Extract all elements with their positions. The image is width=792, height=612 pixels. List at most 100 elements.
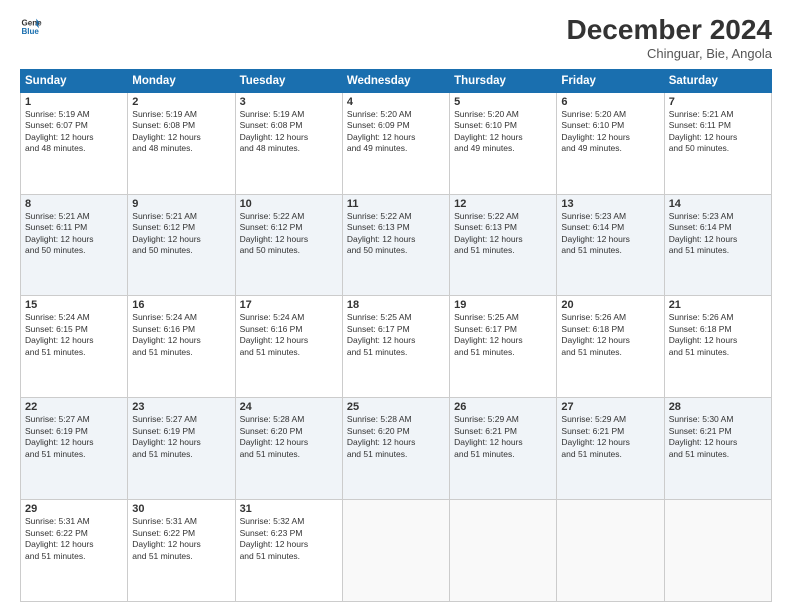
- table-row: 23Sunrise: 5:27 AMSunset: 6:19 PMDayligh…: [128, 398, 235, 500]
- table-row: 11Sunrise: 5:22 AMSunset: 6:13 PMDayligh…: [342, 194, 449, 296]
- day-number: 2: [132, 96, 230, 108]
- day-info: Sunrise: 5:27 AMSunset: 6:19 PMDaylight:…: [25, 414, 123, 460]
- day-number: 14: [669, 198, 767, 210]
- day-info: Sunrise: 5:24 AMSunset: 6:16 PMDaylight:…: [240, 312, 338, 358]
- day-number: 8: [25, 198, 123, 210]
- day-info: Sunrise: 5:31 AMSunset: 6:22 PMDaylight:…: [132, 516, 230, 562]
- day-number: 31: [240, 503, 338, 515]
- header: General Blue December 2024 Chinguar, Bie…: [20, 15, 772, 61]
- table-row: 30Sunrise: 5:31 AMSunset: 6:22 PMDayligh…: [128, 500, 235, 602]
- table-row: 20Sunrise: 5:26 AMSunset: 6:18 PMDayligh…: [557, 296, 664, 398]
- day-info: Sunrise: 5:22 AMSunset: 6:13 PMDaylight:…: [347, 211, 445, 257]
- table-row: 25Sunrise: 5:28 AMSunset: 6:20 PMDayligh…: [342, 398, 449, 500]
- day-info: Sunrise: 5:26 AMSunset: 6:18 PMDaylight:…: [669, 312, 767, 358]
- col-friday: Friday: [557, 69, 664, 92]
- day-info: Sunrise: 5:19 AMSunset: 6:08 PMDaylight:…: [240, 109, 338, 155]
- day-info: Sunrise: 5:27 AMSunset: 6:19 PMDaylight:…: [132, 414, 230, 460]
- day-number: 17: [240, 299, 338, 311]
- table-row: 18Sunrise: 5:25 AMSunset: 6:17 PMDayligh…: [342, 296, 449, 398]
- day-number: 20: [561, 299, 659, 311]
- table-row: 8Sunrise: 5:21 AMSunset: 6:11 PMDaylight…: [21, 194, 128, 296]
- table-row: [450, 500, 557, 602]
- day-number: 3: [240, 96, 338, 108]
- table-row: 22Sunrise: 5:27 AMSunset: 6:19 PMDayligh…: [21, 398, 128, 500]
- table-row: 7Sunrise: 5:21 AMSunset: 6:11 PMDaylight…: [664, 92, 771, 194]
- day-number: 24: [240, 401, 338, 413]
- table-row: 26Sunrise: 5:29 AMSunset: 6:21 PMDayligh…: [450, 398, 557, 500]
- day-number: 23: [132, 401, 230, 413]
- day-info: Sunrise: 5:19 AMSunset: 6:07 PMDaylight:…: [25, 109, 123, 155]
- day-info: Sunrise: 5:24 AMSunset: 6:16 PMDaylight:…: [132, 312, 230, 358]
- col-tuesday: Tuesday: [235, 69, 342, 92]
- table-row: [664, 500, 771, 602]
- day-number: 5: [454, 96, 552, 108]
- day-number: 4: [347, 96, 445, 108]
- day-info: Sunrise: 5:23 AMSunset: 6:14 PMDaylight:…: [561, 211, 659, 257]
- table-row: [557, 500, 664, 602]
- table-row: 13Sunrise: 5:23 AMSunset: 6:14 PMDayligh…: [557, 194, 664, 296]
- day-number: 25: [347, 401, 445, 413]
- day-number: 15: [25, 299, 123, 311]
- day-number: 6: [561, 96, 659, 108]
- col-monday: Monday: [128, 69, 235, 92]
- day-number: 16: [132, 299, 230, 311]
- table-row: 21Sunrise: 5:26 AMSunset: 6:18 PMDayligh…: [664, 296, 771, 398]
- day-info: Sunrise: 5:21 AMSunset: 6:11 PMDaylight:…: [25, 211, 123, 257]
- svg-text:Blue: Blue: [21, 27, 39, 36]
- day-number: 29: [25, 503, 123, 515]
- day-number: 11: [347, 198, 445, 210]
- day-info: Sunrise: 5:31 AMSunset: 6:22 PMDaylight:…: [25, 516, 123, 562]
- table-row: 3Sunrise: 5:19 AMSunset: 6:08 PMDaylight…: [235, 92, 342, 194]
- table-row: 24Sunrise: 5:28 AMSunset: 6:20 PMDayligh…: [235, 398, 342, 500]
- title-block: December 2024 Chinguar, Bie, Angola: [567, 15, 772, 61]
- table-row: 10Sunrise: 5:22 AMSunset: 6:12 PMDayligh…: [235, 194, 342, 296]
- day-info: Sunrise: 5:20 AMSunset: 6:10 PMDaylight:…: [561, 109, 659, 155]
- day-number: 30: [132, 503, 230, 515]
- day-info: Sunrise: 5:28 AMSunset: 6:20 PMDaylight:…: [347, 414, 445, 460]
- day-info: Sunrise: 5:28 AMSunset: 6:20 PMDaylight:…: [240, 414, 338, 460]
- table-row: 9Sunrise: 5:21 AMSunset: 6:12 PMDaylight…: [128, 194, 235, 296]
- day-info: Sunrise: 5:22 AMSunset: 6:12 PMDaylight:…: [240, 211, 338, 257]
- table-row: 28Sunrise: 5:30 AMSunset: 6:21 PMDayligh…: [664, 398, 771, 500]
- calendar-week-row: 8Sunrise: 5:21 AMSunset: 6:11 PMDaylight…: [21, 194, 772, 296]
- calendar-header-row: Sunday Monday Tuesday Wednesday Thursday…: [21, 69, 772, 92]
- day-number: 1: [25, 96, 123, 108]
- col-wednesday: Wednesday: [342, 69, 449, 92]
- day-number: 13: [561, 198, 659, 210]
- day-info: Sunrise: 5:19 AMSunset: 6:08 PMDaylight:…: [132, 109, 230, 155]
- day-info: Sunrise: 5:21 AMSunset: 6:12 PMDaylight:…: [132, 211, 230, 257]
- subtitle: Chinguar, Bie, Angola: [567, 46, 772, 61]
- day-info: Sunrise: 5:21 AMSunset: 6:11 PMDaylight:…: [669, 109, 767, 155]
- calendar-week-row: 15Sunrise: 5:24 AMSunset: 6:15 PMDayligh…: [21, 296, 772, 398]
- table-row: 14Sunrise: 5:23 AMSunset: 6:14 PMDayligh…: [664, 194, 771, 296]
- calendar-week-row: 22Sunrise: 5:27 AMSunset: 6:19 PMDayligh…: [21, 398, 772, 500]
- main-title: December 2024: [567, 15, 772, 46]
- table-row: 31Sunrise: 5:32 AMSunset: 6:23 PMDayligh…: [235, 500, 342, 602]
- day-info: Sunrise: 5:20 AMSunset: 6:10 PMDaylight:…: [454, 109, 552, 155]
- day-info: Sunrise: 5:22 AMSunset: 6:13 PMDaylight:…: [454, 211, 552, 257]
- logo: General Blue: [20, 15, 42, 37]
- table-row: 5Sunrise: 5:20 AMSunset: 6:10 PMDaylight…: [450, 92, 557, 194]
- table-row: 27Sunrise: 5:29 AMSunset: 6:21 PMDayligh…: [557, 398, 664, 500]
- day-number: 28: [669, 401, 767, 413]
- col-saturday: Saturday: [664, 69, 771, 92]
- calendar-week-row: 29Sunrise: 5:31 AMSunset: 6:22 PMDayligh…: [21, 500, 772, 602]
- day-info: Sunrise: 5:26 AMSunset: 6:18 PMDaylight:…: [561, 312, 659, 358]
- day-number: 19: [454, 299, 552, 311]
- day-number: 9: [132, 198, 230, 210]
- day-info: Sunrise: 5:20 AMSunset: 6:09 PMDaylight:…: [347, 109, 445, 155]
- day-number: 21: [669, 299, 767, 311]
- day-info: Sunrise: 5:25 AMSunset: 6:17 PMDaylight:…: [347, 312, 445, 358]
- col-thursday: Thursday: [450, 69, 557, 92]
- day-info: Sunrise: 5:29 AMSunset: 6:21 PMDaylight:…: [561, 414, 659, 460]
- table-row: 1Sunrise: 5:19 AMSunset: 6:07 PMDaylight…: [21, 92, 128, 194]
- day-number: 18: [347, 299, 445, 311]
- day-info: Sunrise: 5:24 AMSunset: 6:15 PMDaylight:…: [25, 312, 123, 358]
- logo-icon: General Blue: [20, 15, 42, 37]
- day-info: Sunrise: 5:32 AMSunset: 6:23 PMDaylight:…: [240, 516, 338, 562]
- day-number: 7: [669, 96, 767, 108]
- day-info: Sunrise: 5:25 AMSunset: 6:17 PMDaylight:…: [454, 312, 552, 358]
- calendar-week-row: 1Sunrise: 5:19 AMSunset: 6:07 PMDaylight…: [21, 92, 772, 194]
- day-number: 10: [240, 198, 338, 210]
- table-row: 4Sunrise: 5:20 AMSunset: 6:09 PMDaylight…: [342, 92, 449, 194]
